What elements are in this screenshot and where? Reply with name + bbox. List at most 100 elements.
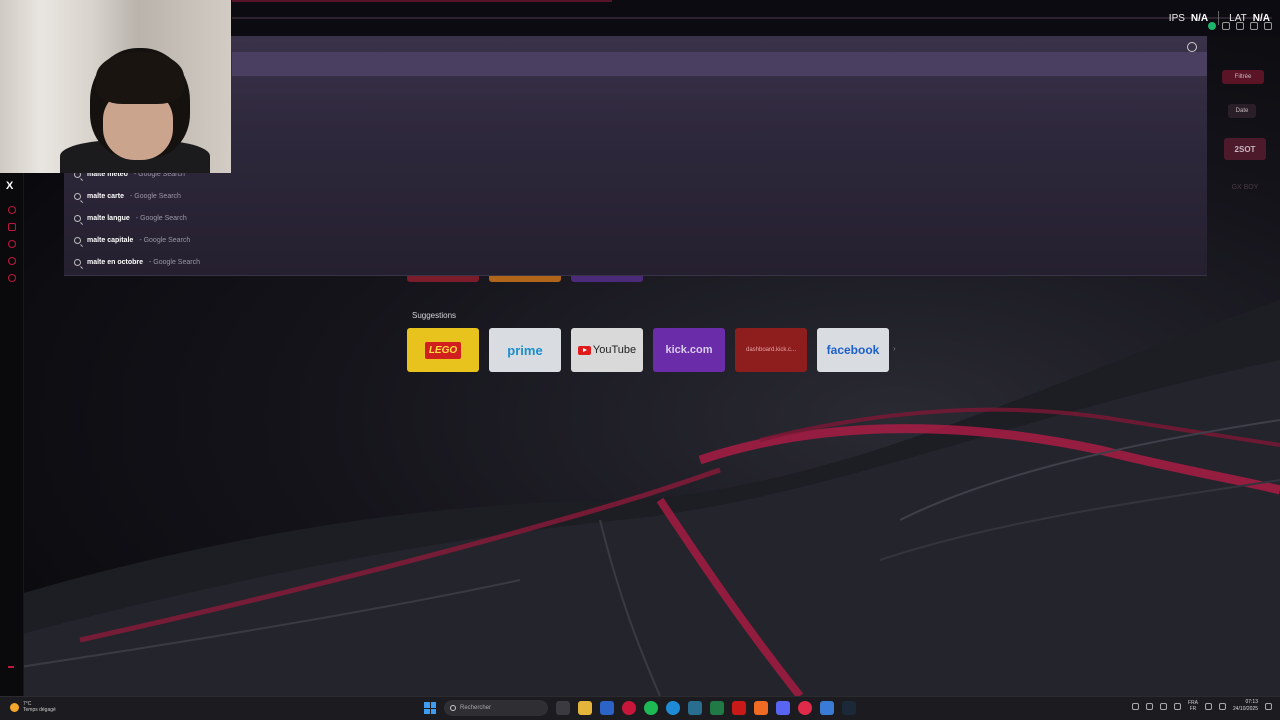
- extensions-icon[interactable]: [1236, 22, 1244, 30]
- volume-icon[interactable]: [1218, 702, 1226, 710]
- faded-item-label: GX BOY: [1231, 183, 1259, 191]
- date-button-label: Date: [1235, 108, 1249, 114]
- history-icon[interactable]: [8, 240, 16, 248]
- tray-app-icon-2[interactable]: [1159, 702, 1167, 710]
- ips-label: IPS: [1168, 12, 1185, 24]
- tile-kick-label: kick.com: [665, 344, 713, 356]
- tray-app-icon[interactable]: [1145, 702, 1153, 710]
- suggestion-query: malte langue: [87, 215, 130, 222]
- language-indicator[interactable]: FRA FR: [1188, 700, 1198, 712]
- lang-bottom: FR: [1189, 706, 1197, 712]
- spotify-icon[interactable]: [644, 701, 658, 715]
- browser-toolbar-icons: [1208, 22, 1272, 30]
- tile-lego[interactable]: LEGO: [407, 328, 479, 372]
- tile-youtube[interactable]: YouTube: [571, 328, 643, 372]
- suggestion-query: malte en octobre: [87, 259, 144, 266]
- sun-icon: [10, 702, 19, 712]
- tile-kick[interactable]: kick.com: [653, 328, 725, 372]
- network-icon[interactable]: [1204, 702, 1212, 710]
- taskbar-search-placeholder: Rechercher: [460, 705, 492, 711]
- suggestion-source: - Google Search: [129, 193, 181, 200]
- faded-item: GX BOY: [1224, 180, 1266, 194]
- app-icon-orange[interactable]: [754, 701, 768, 715]
- speed-dial-suggestions-title: Suggestions: [412, 311, 457, 320]
- file-explorer-icon[interactable]: [578, 701, 592, 715]
- download-icon[interactable]: [1250, 22, 1258, 30]
- taskbar-clock[interactable]: 07:13 24/10/2025: [1233, 699, 1258, 713]
- opera-gx-icon[interactable]: [622, 701, 636, 715]
- speed-dial-tile-hidden-1[interactable]: [407, 276, 479, 282]
- ips-value: N/A: [1190, 12, 1209, 24]
- sidebar-icon-1[interactable]: [8, 206, 16, 214]
- tile-dashboard-label: dashboard.kick.c...: [745, 347, 797, 353]
- microphone-icon[interactable]: [1173, 702, 1181, 710]
- suggestion-item[interactable]: malte langue - Google Search: [74, 215, 187, 222]
- tile-dashboard[interactable]: dashboard.kick.c...: [735, 328, 807, 372]
- app-icon-blue[interactable]: [820, 701, 834, 715]
- opera-icon[interactable]: [798, 701, 812, 715]
- tile-lego-label: LEGO: [424, 341, 462, 359]
- terminal-icon[interactable]: [688, 701, 702, 715]
- weather-desc: Temps dégagé: [23, 707, 56, 713]
- search-icon: [74, 237, 81, 244]
- sidebar-more-icon[interactable]: [8, 666, 14, 668]
- vpn-icon[interactable]: [1208, 22, 1216, 30]
- tile-prime[interactable]: prime: [489, 328, 561, 372]
- tile-facebook[interactable]: facebook: [817, 328, 889, 372]
- suggestion-item[interactable]: malte capitale - Google Search: [74, 237, 190, 244]
- task-view-icon[interactable]: [556, 701, 570, 715]
- tab-indicator: [232, 0, 612, 2]
- date-button[interactable]: Date: [1228, 104, 1256, 118]
- suggestion-query: malte capitale: [87, 237, 134, 244]
- clock-time: 07:13: [1245, 699, 1258, 705]
- x-twitter-icon[interactable]: X: [6, 180, 13, 192]
- speed-dial-tile-hidden-3[interactable]: [571, 276, 643, 282]
- suggestion-query: malte carte: [87, 193, 124, 200]
- search-icon: [74, 259, 81, 266]
- suggestion-source: - Google Search: [139, 237, 191, 244]
- netflix-icon[interactable]: [732, 701, 746, 715]
- search-icon: [74, 215, 81, 222]
- address-bar-dropdown: malte meteo - Google Search malte carte - …: [64, 36, 1207, 276]
- youtube-play-icon: [577, 345, 591, 355]
- messenger-icon[interactable]: [8, 257, 16, 265]
- suggestion-source: - Google Search: [135, 215, 187, 222]
- webcam-person-hair: [96, 52, 184, 104]
- clock-date: 24/10/2025: [1232, 706, 1258, 712]
- store-icon[interactable]: [600, 701, 614, 715]
- tile-facebook-label: facebook: [826, 343, 880, 357]
- tile-youtube-label: YouTube: [592, 344, 637, 356]
- top-divider: [232, 17, 1272, 19]
- menu-icon[interactable]: [1264, 22, 1272, 30]
- taskbar-apps: Rechercher: [424, 700, 856, 716]
- suggestion-source: - Google Search: [149, 259, 200, 266]
- taskbar-search[interactable]: Rechercher: [444, 700, 548, 716]
- webcam-overlay: [0, 0, 231, 173]
- speed-dial-tile-hidden-2[interactable]: [489, 276, 561, 282]
- suggestion-item[interactable]: malte en octobre - Google Search: [74, 259, 200, 266]
- edge-icon[interactable]: [666, 701, 680, 715]
- tile-prime-label: prime: [507, 342, 543, 358]
- excel-icon[interactable]: [710, 701, 724, 715]
- filter-button-label: Filtrée: [1234, 74, 1252, 80]
- windows-taskbar: 7°C Temps dégagé Rechercher FRA FR 07:13…: [0, 696, 1280, 720]
- steam-icon[interactable]: [842, 701, 856, 715]
- weather-widget[interactable]: 7°C Temps dégagé: [10, 701, 56, 713]
- address-bar-input[interactable]: [232, 52, 1207, 76]
- settings-icon[interactable]: [8, 274, 16, 282]
- search-icon: [450, 705, 456, 711]
- promo-badge[interactable]: 2SOT: [1224, 138, 1266, 160]
- discord-icon[interactable]: [776, 701, 790, 715]
- chevron-right-icon[interactable]: ›: [893, 344, 896, 353]
- filter-button[interactable]: Filtrée: [1222, 70, 1264, 84]
- snapshot-icon[interactable]: [1222, 22, 1230, 30]
- sidebar-icon-2[interactable]: [8, 223, 16, 231]
- windows-start-icon[interactable]: [424, 702, 436, 714]
- emoji-icon[interactable]: [1187, 42, 1197, 52]
- suggestion-item[interactable]: malte carte - Google Search: [74, 193, 181, 200]
- speed-dial-suggestions: LEGO prime YouTube kick.com dashboard.ki…: [407, 328, 889, 372]
- notification-icon[interactable]: [1265, 702, 1272, 710]
- chevron-up-icon[interactable]: [1131, 702, 1139, 710]
- search-icon: [74, 193, 81, 200]
- promo-badge-label: 2SOT: [1234, 144, 1256, 154]
